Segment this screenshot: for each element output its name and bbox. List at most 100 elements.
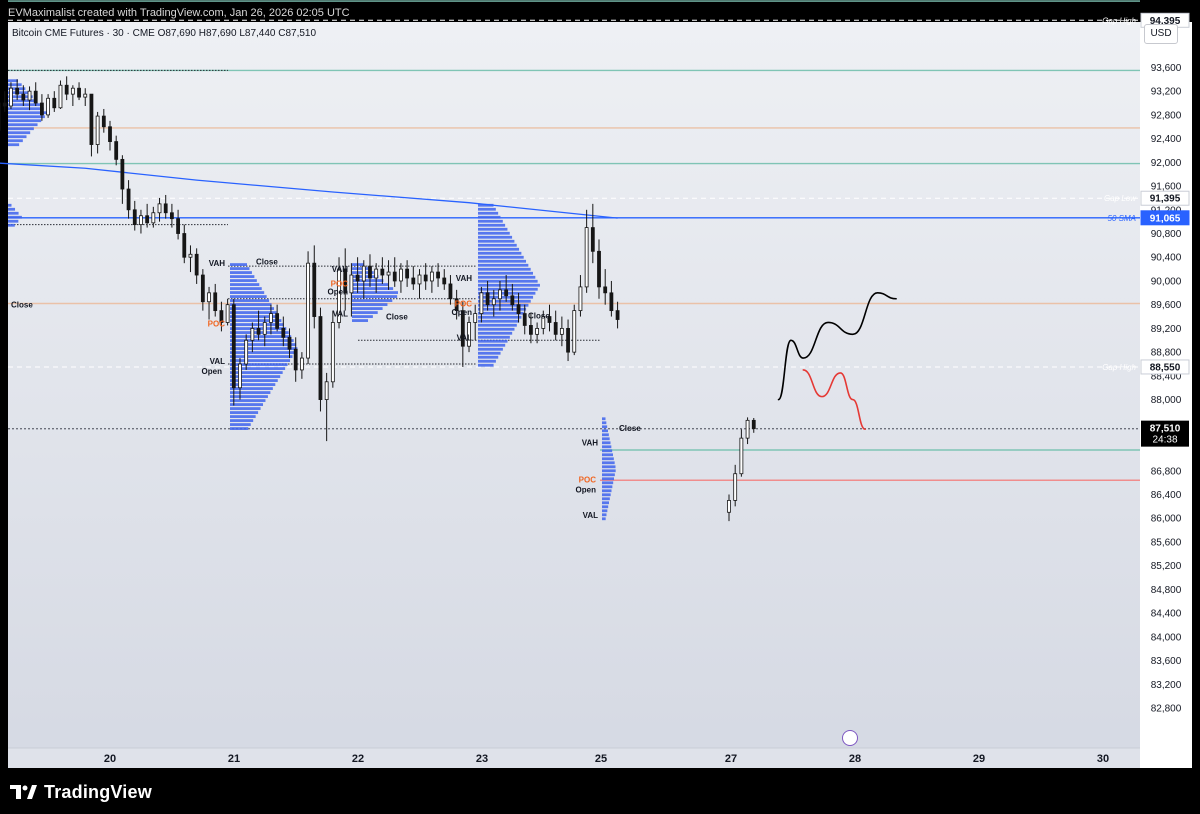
profile-row xyxy=(602,461,615,465)
symbol-line: Bitcoin CME Futures · 30 · CME O87,690 H… xyxy=(12,28,316,39)
candle-body xyxy=(293,348,298,371)
profile-row xyxy=(230,347,298,350)
candle-body xyxy=(188,253,193,258)
vp-val-label: VAL xyxy=(457,333,473,342)
candle-body xyxy=(2,102,7,107)
candle-body xyxy=(225,304,230,323)
profile-row xyxy=(602,477,615,481)
candle-body xyxy=(120,158,125,190)
profile-row xyxy=(478,351,501,355)
profile-row xyxy=(230,299,270,302)
profile-row xyxy=(8,211,19,215)
profile-row xyxy=(230,375,281,378)
currency-button[interactable]: USD xyxy=(1144,24,1178,44)
profile-row xyxy=(602,501,610,505)
vp-val-label: VAL xyxy=(583,511,599,520)
candle-body xyxy=(157,203,162,214)
candle xyxy=(330,310,335,388)
vp-vah-label: VAH xyxy=(332,265,349,274)
candle-body xyxy=(615,310,620,320)
profile-row xyxy=(230,419,254,422)
last-price: 87,510 xyxy=(1150,424,1181,435)
candle-body xyxy=(132,209,137,226)
profile-row xyxy=(602,449,613,453)
y-tick-label: 88,800 xyxy=(1151,348,1182,359)
profile-row xyxy=(230,279,257,282)
candle-body xyxy=(411,277,416,285)
profile-row xyxy=(602,425,608,429)
candle-body xyxy=(207,292,211,303)
candle xyxy=(306,251,310,364)
candle-body xyxy=(269,313,273,323)
y-tick-label: 92,400 xyxy=(1151,134,1182,145)
candle xyxy=(572,304,577,356)
profile-row xyxy=(230,303,272,306)
brand-name: TradingView xyxy=(44,781,152,802)
profile-row xyxy=(8,79,18,83)
profile-row xyxy=(478,327,515,331)
candle-body xyxy=(491,298,496,306)
profile-row xyxy=(352,291,398,294)
profile-row xyxy=(352,303,388,306)
candle-body xyxy=(318,316,323,400)
profile-row xyxy=(8,127,34,131)
y-tick-label: 88,000 xyxy=(1151,395,1182,406)
profile-row xyxy=(478,279,538,283)
profile-row xyxy=(352,315,373,318)
candle xyxy=(318,307,323,412)
profile-row xyxy=(230,403,264,406)
candle-body xyxy=(727,500,731,513)
profile-row xyxy=(478,263,529,267)
time-axis xyxy=(8,748,1140,768)
profile-row xyxy=(352,319,369,322)
candle-body xyxy=(479,292,484,314)
chart-area[interactable]: Bitcoin CME Futures · 30 · CME O87,690 H… xyxy=(0,0,1200,814)
level-label: 50 SMA xyxy=(1108,214,1136,223)
goto-realtime-icon[interactable] xyxy=(842,730,858,746)
candle-body xyxy=(330,322,335,383)
profile-row xyxy=(478,363,494,367)
last-price-countdown: 24:38 xyxy=(1152,435,1177,446)
vp-open-label: Open xyxy=(576,486,597,495)
price-mark: 88,550 xyxy=(1150,362,1181,373)
profile-row xyxy=(478,243,517,247)
profile-row xyxy=(230,263,247,266)
profile-row xyxy=(602,493,611,497)
y-tick-label: 90,800 xyxy=(1151,229,1182,240)
candle-body xyxy=(597,250,601,288)
profile-row xyxy=(230,355,293,358)
y-tick-label: 83,200 xyxy=(1151,680,1182,691)
plot-background xyxy=(8,22,1140,768)
candle-body xyxy=(299,357,304,371)
x-tick-label: 20 xyxy=(104,753,116,765)
candle-body xyxy=(603,286,608,294)
profile-row xyxy=(230,267,250,270)
candle-body xyxy=(64,84,69,95)
profile-row xyxy=(602,517,606,521)
profile-row xyxy=(478,211,499,215)
candle-body xyxy=(194,253,199,276)
y-tick-label: 82,800 xyxy=(1151,704,1182,715)
level-label: Gap High xyxy=(1102,16,1136,25)
candle-body xyxy=(535,328,540,335)
candle-body xyxy=(33,90,38,104)
profile-row xyxy=(8,203,12,207)
vp-poc-label: POC xyxy=(208,320,226,329)
profile-row xyxy=(230,351,295,354)
x-tick-label: 25 xyxy=(595,753,607,765)
profile-row xyxy=(602,421,607,425)
profile-row xyxy=(602,509,608,513)
y-tick-label: 90,000 xyxy=(1151,276,1182,287)
candle-body xyxy=(417,274,422,285)
candle-body xyxy=(522,313,527,326)
profile-row xyxy=(478,359,496,363)
candle-body xyxy=(151,212,156,224)
candle-body xyxy=(77,87,81,98)
candle-body xyxy=(126,188,131,211)
y-tick-label: 93,200 xyxy=(1151,87,1182,98)
y-tick-label: 86,800 xyxy=(1151,466,1182,477)
candle-body xyxy=(355,274,360,282)
vp-vah-label: VAH xyxy=(456,274,473,283)
profile-row xyxy=(478,207,496,211)
vp-poc-label: POC xyxy=(579,476,597,485)
